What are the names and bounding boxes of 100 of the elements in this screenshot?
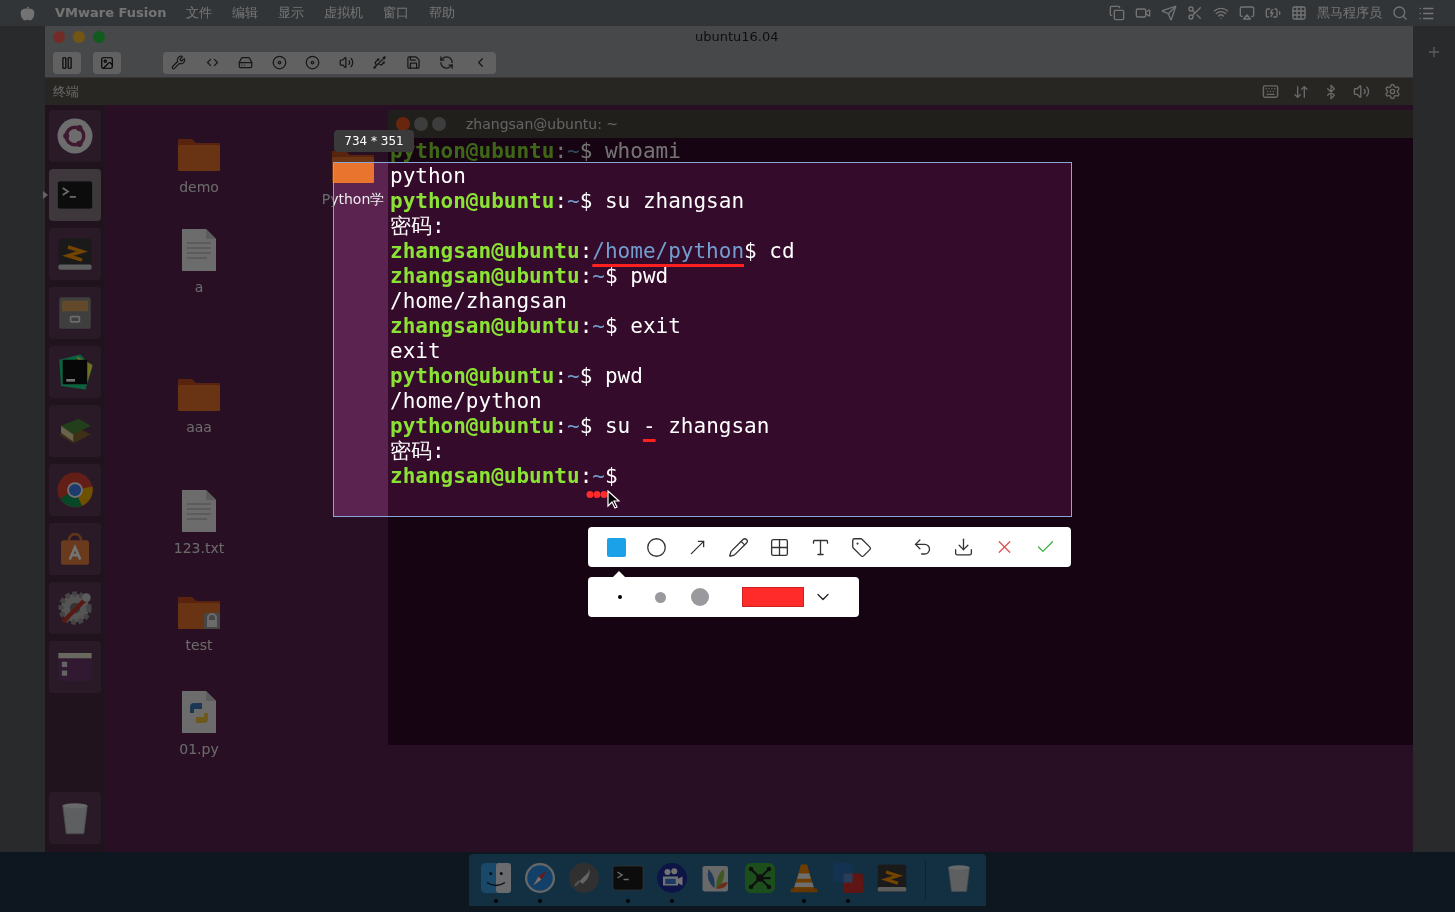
snapshot-button[interactable]: [93, 51, 121, 74]
output-line: 密码:: [390, 214, 446, 239]
command-text: $ su: [579, 414, 632, 439]
prompt-path: ~: [567, 189, 580, 214]
command-text: $ cd: [744, 239, 795, 264]
video-icon[interactable]: [1135, 5, 1151, 21]
video-camera-icon: [654, 860, 690, 896]
prompt-separator: :: [554, 189, 568, 214]
menu-app-name[interactable]: VMware Fusion: [55, 3, 167, 23]
color-swatch[interactable]: [742, 587, 804, 607]
undo-button[interactable]: [912, 536, 933, 558]
output-line: /home/zhangsan: [390, 289, 568, 314]
battery-icon[interactable]: [1265, 5, 1281, 21]
prompt-separator: :: [579, 239, 593, 264]
maximize-button[interactable]: [432, 117, 446, 131]
terminal-title: zhangsan@ubuntu: ~: [466, 114, 619, 134]
command-text: $: [604, 464, 618, 489]
picture-icon: [100, 55, 114, 70]
desktop-icon-label[interactable]: aaa: [186, 417, 212, 438]
running-indicator-icon: [846, 899, 850, 903]
network-arrows-icon[interactable]: [1293, 83, 1309, 100]
desktop-icon-label[interactable]: demo: [179, 177, 219, 198]
rocket-icon: [566, 860, 602, 896]
document-icon: [180, 488, 218, 534]
close-button[interactable]: [396, 117, 410, 131]
launcher-item[interactable]: [49, 228, 101, 280]
command-text: $ pwd: [604, 264, 669, 289]
menu-item[interactable]: 文件: [186, 3, 213, 23]
plus-icon[interactable]: [1426, 44, 1442, 60]
desktop-icon-label[interactable]: 01.py: [179, 739, 219, 760]
output-line: 密码:: [390, 439, 446, 464]
running-indicator-icon: [670, 899, 674, 903]
pause-button[interactable]: [53, 51, 81, 74]
apple-icon[interactable]: [20, 5, 35, 21]
launcher-item[interactable]: [49, 464, 101, 516]
running-indicator-icon: [626, 899, 630, 903]
prompt-separator: :: [579, 314, 593, 339]
launcher-item[interactable]: [49, 641, 101, 693]
node-graph-icon: [742, 860, 778, 896]
pen-icon: [728, 536, 749, 558]
launcher-item[interactable]: [49, 346, 101, 398]
settings-icon[interactable]: [1384, 83, 1401, 100]
pause-icon: [60, 55, 74, 70]
disc-icon[interactable]: [271, 55, 287, 70]
prompt-path: ~: [592, 264, 605, 289]
prompt-user: zhangsan@ubuntu: [390, 314, 580, 339]
download-button[interactable]: [953, 536, 974, 558]
tag-icon: [851, 536, 872, 558]
command-text: -: [642, 414, 656, 439]
volume-icon[interactable]: [1353, 83, 1370, 100]
desktop-icon-label[interactable]: a: [194, 277, 204, 298]
prompt-separator: :: [554, 414, 568, 439]
launcher-item[interactable]: [49, 792, 101, 844]
window-title: ubuntu16.04: [695, 28, 779, 47]
face-icon: [478, 860, 514, 896]
hard-drive-icon[interactable]: [238, 55, 254, 70]
wifi-icon[interactable]: [1213, 5, 1229, 21]
launcher-item[interactable]: [49, 582, 101, 634]
running-indicator-icon: [494, 899, 498, 903]
output-line: /home/python: [390, 389, 543, 414]
output-line: python: [390, 164, 467, 189]
python-file-icon: [180, 689, 218, 735]
rectangle-tool[interactable]: [607, 536, 626, 558]
desktop-icon-label[interactable]: test: [185, 635, 213, 656]
sync-icon[interactable]: [439, 55, 455, 70]
prompt-user: python@ubuntu: [390, 189, 555, 214]
active-indicator-icon: [43, 191, 48, 199]
compass-icon: [522, 860, 558, 896]
dots-mark: [586, 490, 608, 499]
prompt-path: ~: [592, 314, 605, 339]
tag-tool[interactable]: [851, 536, 872, 558]
minimize-button[interactable]: [414, 117, 428, 131]
running-indicator-icon: [802, 899, 806, 903]
launcher-item[interactable]: [49, 405, 101, 457]
command-text: $ su zhangsan: [579, 189, 745, 214]
pen-tool[interactable]: [728, 536, 749, 558]
grid-icon[interactable]: [1291, 5, 1307, 21]
download-icon: [953, 536, 974, 558]
disc-icon[interactable]: [305, 55, 321, 70]
command-text: $ exit: [604, 314, 681, 339]
launcher-item[interactable]: [49, 523, 101, 575]
copy-icon[interactable]: [1109, 5, 1125, 21]
launcher-item[interactable]: [49, 110, 101, 162]
prompt-separator: :: [579, 464, 593, 489]
search-icon[interactable]: [1392, 5, 1408, 21]
airplay-icon[interactable]: [1239, 5, 1255, 21]
ellipse-tool[interactable]: [646, 536, 667, 558]
send-icon[interactable]: [1161, 5, 1177, 21]
scissors-icon[interactable]: [1187, 5, 1203, 21]
mosaic-icon: [769, 536, 790, 558]
usb-icon[interactable]: [372, 55, 388, 70]
command-text: zhangsan: [667, 414, 770, 439]
mosaic-tool[interactable]: [769, 536, 790, 558]
prompt-separator: :: [554, 364, 568, 389]
speaker-icon[interactable]: [338, 55, 354, 70]
wrench-icon[interactable]: [171, 55, 186, 70]
desktop-icon-label[interactable]: 123.txt: [173, 538, 225, 559]
keyboard-icon[interactable]: [1262, 83, 1279, 100]
launcher-item[interactable]: [49, 287, 101, 339]
command-text: $ pwd: [579, 364, 643, 389]
